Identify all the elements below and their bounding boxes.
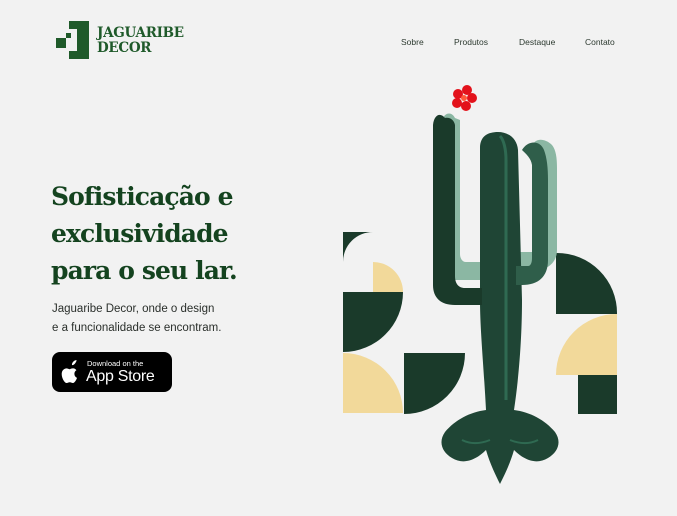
shape-dark-quarter-top [343, 232, 373, 262]
hero-title-line1: Sofisticação e [51, 182, 234, 211]
cactus-illustration [343, 85, 618, 484]
flower-icon [452, 85, 477, 111]
shape-cream-quarter-bottom [343, 353, 403, 413]
hero-title-line3: para o seu lar. [51, 256, 238, 285]
hero-subtitle-line2: e a funcionalidade se encontram. [52, 322, 222, 334]
shape-dark-right-top [556, 252, 618, 314]
shape-dark-right-bottom [578, 375, 617, 414]
shape-dark-half-left [343, 292, 403, 352]
apple-icon [61, 360, 77, 384]
main-nav: Sobre Produtos Destaque Contato [0, 37, 677, 51]
shape-cream-right [556, 314, 617, 375]
nav-link-destaque[interactable]: Destaque [519, 37, 555, 47]
site-header: JAGUARIBE DECOR Sobre Produtos Destaque … [0, 0, 677, 80]
nav-link-sobre[interactable]: Sobre [401, 37, 424, 47]
nav-link-produtos[interactable]: Produtos [454, 37, 488, 47]
hero-title: Sofisticação e exclusividade para o seu … [51, 178, 321, 289]
cactus [433, 85, 559, 484]
nav-link-contato[interactable]: Contato [585, 37, 615, 47]
hero-subtitle-line1: Jaguaribe Decor, onde o design [52, 303, 215, 315]
app-store-big-label: App Store [86, 368, 155, 385]
app-store-button[interactable]: Download on the App Store [52, 352, 172, 392]
shape-cream-half [373, 262, 403, 292]
hero-subtitle: Jaguaribe Decor, onde o design e a funci… [52, 300, 262, 338]
shape-dark-quarter-mid [404, 353, 465, 414]
app-store-small-label: Download on the [87, 359, 144, 368]
hero-title-line2: exclusividade [51, 219, 229, 248]
